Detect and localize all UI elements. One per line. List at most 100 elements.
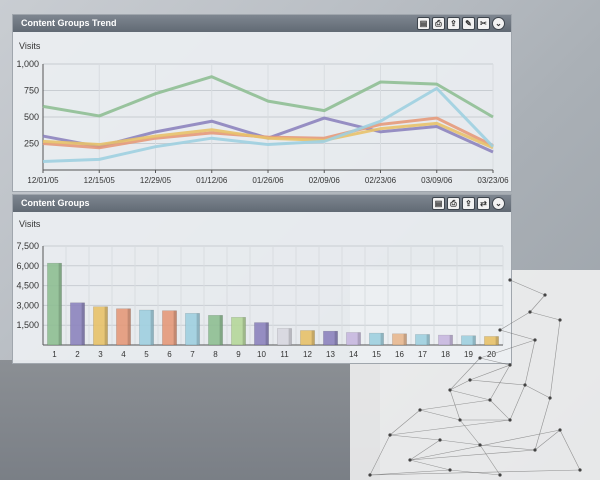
bar-shade (288, 328, 292, 345)
network-edge (469, 364, 511, 381)
bar-shade (242, 317, 246, 345)
x-tick-label: 01/26/06 (252, 176, 284, 185)
network-edge (549, 319, 561, 399)
groups-toolbar: ▤ ⎙ ⇪ ⇄ ⌄ (432, 197, 505, 210)
network-node (418, 408, 422, 412)
network-node (448, 388, 452, 392)
x-tick-label: 12/01/05 (27, 176, 59, 185)
network-node (388, 433, 392, 437)
network-edge (409, 449, 536, 461)
network-node (543, 293, 547, 297)
x-tick-label: 02/23/06 (365, 176, 397, 185)
network-edge (389, 409, 421, 436)
network-node (448, 468, 452, 472)
network-edge (389, 419, 511, 436)
print-icon[interactable]: ⎙ (432, 17, 445, 30)
network-edge (479, 357, 511, 366)
network-edge (479, 444, 501, 476)
x-tick-label: 5 (144, 350, 149, 359)
bar-shade (265, 322, 269, 345)
x-tick-label: 3 (98, 350, 103, 359)
y-tick-label: 1,000 (16, 59, 39, 69)
x-tick-label: 11 (280, 350, 289, 359)
network-node (438, 438, 442, 442)
x-tick-label: 03/23/06 (477, 176, 509, 185)
doc-icon[interactable]: ▤ (432, 197, 445, 210)
network-edge (419, 409, 461, 421)
export-icon[interactable]: ⇪ (462, 197, 475, 210)
groups-panel-header: Content Groups ▤ ⎙ ⇪ ⇄ ⌄ (13, 195, 511, 212)
network-node (498, 328, 502, 332)
x-tick-label: 2 (75, 350, 80, 359)
network-node (498, 473, 502, 477)
x-tick-label: 7 (190, 350, 195, 359)
network-node (488, 398, 492, 402)
network-graph (368, 278, 582, 477)
bar-shade (219, 315, 223, 345)
bar-shade (127, 308, 131, 345)
network-edge (409, 459, 451, 471)
network-node (578, 468, 582, 472)
x-tick-label: 03/09/06 (421, 176, 453, 185)
network-node (523, 383, 527, 387)
background-shadow (0, 360, 380, 480)
y-tick-label: 500 (24, 112, 39, 122)
network-edge (524, 384, 551, 399)
bar-shade (150, 310, 154, 345)
network-edge (534, 397, 551, 451)
export-icon[interactable]: ⇪ (447, 17, 460, 30)
network-edge (489, 399, 511, 421)
x-tick-label: 02/09/06 (309, 176, 341, 185)
bar-shade (334, 331, 338, 345)
network-edge (459, 419, 481, 446)
y-tick-label: 1,500 (16, 320, 39, 330)
network-edge (479, 444, 536, 451)
network-node (508, 363, 512, 367)
network-node (478, 356, 482, 360)
network-edge (479, 339, 536, 359)
y-tick-label: 4,500 (16, 281, 39, 291)
y-tick-label: 750 (24, 86, 39, 96)
bar-shade (58, 263, 62, 345)
y-tick-label: 7,500 (16, 241, 39, 251)
bar-shade (173, 310, 177, 345)
network-edge (449, 357, 481, 391)
network-edge (369, 434, 391, 476)
network-edge (524, 339, 536, 386)
network-edge (439, 439, 481, 446)
trend-panel: Content Groups Trend ▤ ⎙ ⇪ ✎ ✂ ⌄ Visits … (12, 14, 512, 192)
network-node (558, 318, 562, 322)
y-tick-label: 250 (24, 139, 39, 149)
network-edge (449, 389, 491, 401)
network-edge (449, 469, 501, 476)
network-edge (529, 311, 561, 321)
print-icon[interactable]: ⎙ (447, 197, 460, 210)
network-node (408, 458, 412, 462)
collapse-icon[interactable]: ⌄ (492, 17, 505, 30)
x-tick-label: 9 (236, 350, 241, 359)
network-node (368, 473, 372, 477)
network-edge (499, 311, 531, 331)
x-tick-label: 10 (257, 350, 266, 359)
settings-icon[interactable]: ✎ (462, 17, 475, 30)
network-edge (489, 364, 511, 401)
edit-icon[interactable]: ✂ (477, 17, 490, 30)
network-node (558, 428, 562, 432)
network-edge (509, 384, 526, 421)
network-edge (469, 379, 526, 386)
bar-shade (311, 330, 315, 345)
network-node (533, 448, 537, 452)
link-icon[interactable]: ⇄ (477, 197, 490, 210)
y-tick-label: 6,000 (16, 261, 39, 271)
collapse-icon[interactable]: ⌄ (492, 197, 505, 210)
x-tick-label: 13 (326, 350, 335, 359)
bar-shade (196, 313, 200, 345)
x-tick-label: 12 (303, 350, 312, 359)
trend-toolbar: ▤ ⎙ ⇪ ✎ ✂ ⌄ (417, 17, 505, 30)
doc-icon[interactable]: ▤ (417, 17, 430, 30)
y-tick-label: 3,000 (16, 300, 39, 310)
bar-shade (81, 302, 85, 345)
network-node (528, 310, 532, 314)
network-edge (509, 279, 546, 296)
network-edge (529, 294, 546, 313)
